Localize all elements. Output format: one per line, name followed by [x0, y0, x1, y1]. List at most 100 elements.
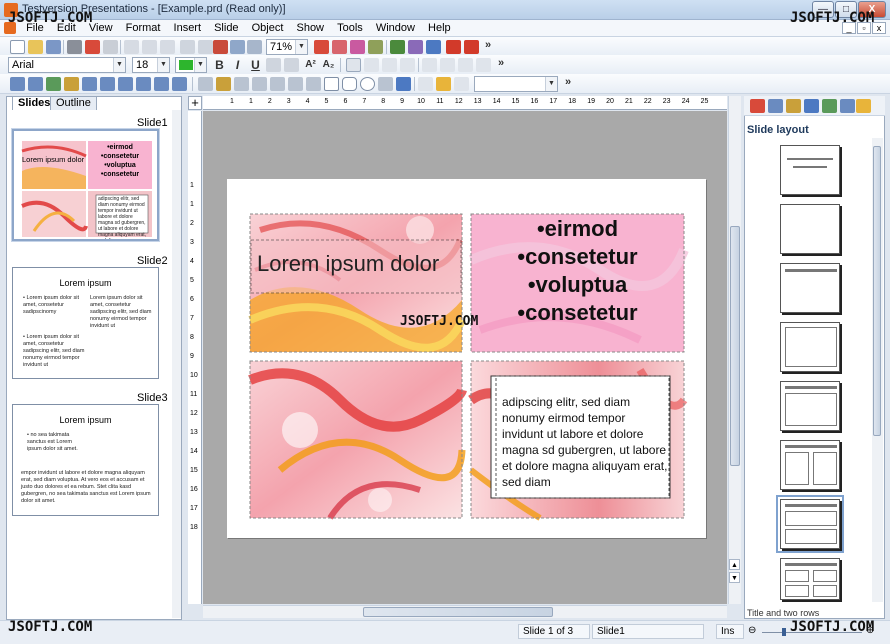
open-icon[interactable] — [28, 40, 43, 54]
align-left-icon[interactable] — [346, 58, 361, 72]
zoom-select[interactable]: 71% ▼ — [266, 39, 308, 55]
transition-panel-icon[interactable] — [768, 99, 783, 113]
menu-object[interactable]: Object — [247, 20, 289, 36]
ruler-origin-icon[interactable]: + — [188, 96, 202, 110]
justify-icon[interactable] — [400, 58, 415, 72]
menu-tools[interactable]: Tools — [332, 20, 368, 36]
layout-blank[interactable] — [780, 204, 840, 254]
style-select[interactable]: ▼ — [474, 76, 558, 92]
slides-scrollbar[interactable] — [172, 110, 181, 618]
layout-title-content[interactable] — [780, 381, 840, 431]
vertical-ruler[interactable]: 1 1 2 3 4 5 6 7 8 9 10 11 12 13 14 15 16 17 18 — [188, 111, 202, 604]
copy-icon[interactable] — [142, 40, 157, 54]
arrow-icon[interactable] — [252, 77, 267, 91]
curve-icon[interactable] — [234, 77, 249, 91]
new-icon[interactable] — [10, 40, 25, 54]
preview-icon[interactable] — [103, 40, 118, 54]
design-panel-icon[interactable] — [804, 99, 819, 113]
prev-slide-icon[interactable]: ▲ — [729, 559, 740, 570]
canvas-vertical-scrollbar[interactable]: ▲ ▼ — [728, 96, 741, 604]
elbow-icon[interactable] — [288, 77, 303, 91]
favorites-icon[interactable] — [856, 99, 871, 113]
horizontal-ruler[interactable]: 1 1 2 3 4 5 6 7 8 9 10 11 12 13 14 15 16 17 18 19 20 21 22 23 24… — [203, 96, 727, 110]
save-icon[interactable] — [46, 40, 61, 54]
align-objects-icon[interactable] — [418, 77, 433, 91]
clear-format-icon[interactable] — [284, 58, 299, 72]
grid-icon[interactable] — [426, 40, 441, 54]
brush-icon[interactable] — [368, 40, 383, 54]
layout-scrollbar[interactable] — [872, 138, 883, 602]
pdf-export-icon[interactable] — [446, 40, 461, 54]
zoom-handle[interactable] — [782, 628, 786, 636]
frame-icon[interactable] — [118, 77, 133, 91]
layout-panel-icon[interactable] — [750, 99, 765, 113]
more-drawing-icon[interactable]: » — [565, 76, 571, 88]
pdf-icon[interactable] — [85, 40, 100, 54]
menu-format[interactable]: Format — [121, 20, 166, 36]
superscript-button[interactable]: A² — [303, 58, 318, 72]
chart-object-icon[interactable] — [64, 77, 79, 91]
ellipse-icon[interactable] — [360, 77, 375, 91]
scroll-thumb[interactable] — [363, 607, 553, 617]
layout-icon[interactable] — [10, 77, 25, 91]
rectangle-icon[interactable] — [324, 77, 339, 91]
undo-icon[interactable] — [180, 40, 195, 54]
insert-object-icon[interactable] — [350, 40, 365, 54]
menu-help[interactable]: Help — [423, 20, 456, 36]
subscript-button[interactable]: A₂ — [321, 58, 336, 72]
textbox-icon[interactable] — [154, 77, 169, 91]
scroll-thumb[interactable] — [730, 226, 740, 466]
menu-insert[interactable]: Insert — [169, 20, 207, 36]
layout-four-content[interactable] — [780, 558, 840, 600]
bullet-list-icon[interactable] — [458, 58, 473, 72]
layout-two-columns[interactable] — [780, 440, 840, 490]
canvas-horizontal-scrollbar[interactable] — [203, 605, 727, 618]
textart-icon[interactable] — [396, 77, 411, 91]
slide2-thumbnail[interactable]: Lorem ipsum • Lorem ipsum dolor sit amet… — [12, 267, 159, 379]
menu-window[interactable]: Window — [371, 20, 420, 36]
rounded-rectangle-icon[interactable] — [342, 77, 357, 91]
insert-image-icon[interactable] — [332, 40, 347, 54]
layout-title[interactable] — [780, 263, 840, 313]
search-icon[interactable] — [247, 40, 262, 54]
paste-icon[interactable] — [160, 40, 175, 54]
slide-body-text[interactable]: adipscing elitr, sed diam nonumy eirmod … — [502, 394, 670, 490]
more-format-icon[interactable]: » — [498, 57, 504, 69]
table-icon[interactable] — [82, 77, 97, 91]
bold-button[interactable]: B — [212, 58, 227, 72]
zoom-icon[interactable] — [230, 40, 245, 54]
polyline-icon[interactable] — [306, 77, 321, 91]
format-icon[interactable] — [390, 40, 405, 54]
font-select[interactable]: Arial ▼ — [8, 57, 126, 73]
media-icon[interactable] — [100, 77, 115, 91]
slide-bullet-list[interactable]: •eirmod •consetetur •voluptua •consetetu… — [472, 215, 683, 327]
menu-slide[interactable]: Slide — [209, 20, 243, 36]
ole-icon[interactable] — [136, 77, 151, 91]
slideshow-icon[interactable] — [464, 40, 479, 54]
numbered-list-icon[interactable] — [476, 58, 491, 72]
connector-icon[interactable] — [270, 77, 285, 91]
align-right-icon[interactable] — [382, 58, 397, 72]
insert-text-icon[interactable] — [314, 40, 329, 54]
color-select[interactable]: ▼ — [175, 57, 207, 73]
italic-button[interactable]: I — [230, 58, 245, 72]
animation-panel-icon[interactable] — [786, 99, 801, 113]
outdent-icon[interactable] — [440, 58, 455, 72]
slide3-thumbnail[interactable]: Lorem ipsum • no sea takimata sanctus es… — [12, 404, 159, 516]
layout-content[interactable] — [780, 322, 840, 372]
color-panel-icon[interactable] — [822, 99, 837, 113]
pencil-icon[interactable] — [216, 77, 231, 91]
print-icon[interactable] — [67, 40, 82, 54]
picture-icon[interactable] — [46, 77, 61, 91]
underline-button[interactable]: U — [248, 58, 263, 72]
layout-two-rows[interactable] — [776, 495, 844, 553]
star-icon[interactable] — [436, 77, 451, 91]
next-slide-icon[interactable]: ▼ — [729, 572, 740, 583]
spellcheck-icon[interactable] — [408, 40, 423, 54]
zoom-out-icon[interactable]: ⊖ — [748, 625, 756, 636]
group-icon[interactable] — [172, 77, 187, 91]
shapes-icon[interactable] — [378, 77, 393, 91]
scroll-thumb[interactable] — [873, 146, 881, 436]
slide-title[interactable]: Lorem ipsum dolor — [257, 251, 439, 277]
placeholder-icon[interactable] — [28, 77, 43, 91]
